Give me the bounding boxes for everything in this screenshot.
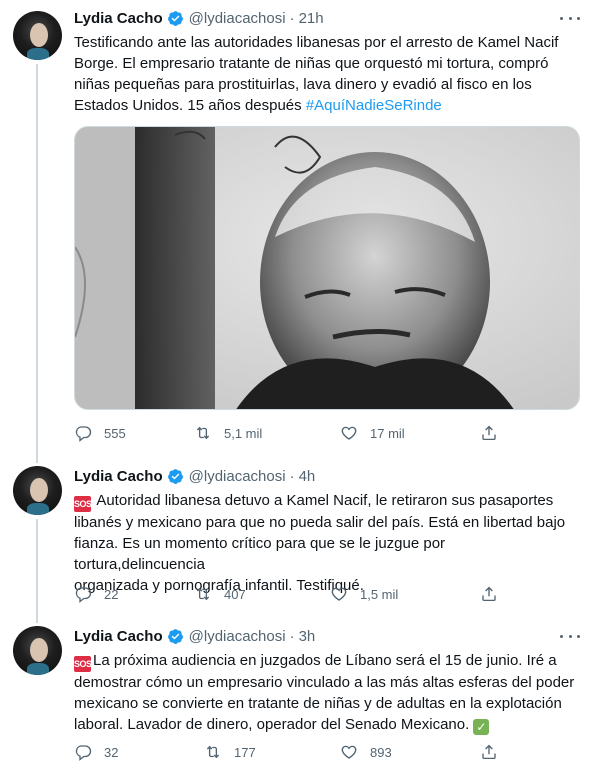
retweet-count: 407 [224, 586, 246, 602]
verified-badge-icon [167, 468, 183, 484]
retweet-icon [206, 745, 220, 759]
share-icon [482, 744, 496, 760]
tweet-text-line: La próxima audiencia en juzgados de Líba… [93, 652, 557, 669]
reply-icon [75, 426, 92, 442]
share-icon [482, 425, 496, 441]
author-handle[interactable]: @lydiacachosi [189, 10, 286, 27]
like-button[interactable]: 1,5 mil [330, 583, 398, 605]
reply-button[interactable]: 555 [74, 422, 126, 444]
photo-image [75, 127, 579, 409]
separator-dot: · [289, 627, 295, 645]
avatar[interactable] [13, 466, 62, 515]
retweet-count: 5,1 mil [224, 425, 263, 441]
tweet-text-line: fianza. Es un momento crítico para que s… [74, 535, 446, 573]
author-handle[interactable]: @lydiacachosi [189, 628, 286, 645]
hashtag-link[interactable]: #AquíNadieSeRinde [306, 97, 442, 114]
thread-line [36, 455, 38, 463]
share-icon [482, 586, 496, 602]
more-options-icon[interactable] [560, 10, 580, 26]
tweet-actions: 22 407 1,5 mil [74, 583, 580, 605]
like-button[interactable]: 17 mil [340, 422, 405, 444]
tweet-text-line: niñas pequeñas para prostituirlas, lava … [74, 76, 532, 93]
tweet-text-line: laboral. Lavador de dinero, operador del… [74, 716, 474, 733]
tweet-photo[interactable] [74, 126, 580, 410]
tweet-text-line: Testificando ante las autoridades libane… [74, 34, 559, 51]
thread-line [36, 519, 38, 615]
tweet-text: SOS Autoridad libanesa detuvo a Kamel Na… [74, 490, 580, 596]
reply-button[interactable]: 22 [74, 583, 118, 605]
reply-icon [75, 745, 92, 761]
reply-button[interactable]: 32 [74, 741, 118, 763]
check-mark-emoji: ✓ [473, 719, 490, 735]
like-icon [341, 745, 357, 759]
tweet-text-line: mexicano se convierte en tratante de niñ… [74, 695, 562, 712]
thread-line [36, 64, 38, 455]
sos-emoji: SOS [74, 496, 92, 512]
retweet-button[interactable]: 177 [204, 741, 256, 763]
author-name[interactable]: Lydia Cacho [74, 628, 163, 645]
tweet-1[interactable]: Lydia Cacho @lydiacachosi · 21h Testific… [0, 0, 593, 455]
retweet-button[interactable]: 5,1 mil [194, 422, 262, 444]
tweet-actions: 32 177 893 [74, 741, 580, 763]
separator-dot: · [289, 9, 295, 27]
author-name[interactable]: Lydia Cacho [74, 468, 163, 485]
tweet-header: Lydia Cacho @lydiacachosi · 4h [74, 466, 315, 486]
verified-badge-icon [167, 10, 183, 26]
retweet-button[interactable]: 407 [194, 583, 246, 605]
tweet-text: SOSLa próxima audiencia en juzgados de L… [74, 650, 580, 735]
tweet-2[interactable]: Lydia Cacho @lydiacachosi · 4h SOS Autor… [0, 455, 593, 615]
avatar[interactable] [13, 11, 62, 60]
tweet-text-line: Borge. El empresario tratante de niñas q… [74, 55, 549, 72]
share-button[interactable] [480, 422, 510, 444]
reply-count: 22 [104, 586, 119, 602]
like-icon [331, 587, 347, 601]
share-button[interactable] [480, 741, 510, 763]
tweet-3[interactable]: Lydia Cacho @lydiacachosi · 3h SOSLa pró… [0, 615, 593, 770]
tweet-text-line: libanés y mexicano para que no pueda sal… [74, 514, 566, 531]
sos-emoji: SOS [74, 656, 92, 672]
verified-badge-icon [167, 628, 183, 644]
retweet-icon [196, 426, 210, 440]
like-count: 1,5 mil [360, 586, 399, 602]
tweet-text: Testificando ante las autoridades libane… [74, 32, 580, 116]
tweet-time[interactable]: 21h [299, 10, 324, 27]
tweet-actions: 555 5,1 mil 17 mil [74, 422, 580, 444]
tweet-text-line: Autoridad libanesa detuvo a Kamel Nacif,… [93, 492, 554, 509]
separator-dot: · [289, 467, 295, 485]
tweet-time[interactable]: 4h [299, 468, 316, 485]
reply-icon [75, 587, 92, 603]
like-count: 17 mil [370, 425, 405, 441]
like-icon [341, 426, 357, 440]
reply-count: 555 [104, 425, 126, 441]
tweet-text-line: Estados Unidos. 15 años después [74, 97, 306, 114]
tweet-time[interactable]: 3h [299, 628, 316, 645]
like-button[interactable]: 893 [340, 741, 392, 763]
thread-line [36, 615, 38, 623]
author-name[interactable]: Lydia Cacho [74, 10, 163, 27]
retweet-count: 177 [234, 744, 256, 760]
more-options-icon[interactable] [560, 628, 580, 644]
author-handle[interactable]: @lydiacachosi [189, 468, 286, 485]
tweet-header: Lydia Cacho @lydiacachosi · 3h [74, 626, 315, 646]
tweet-text-line: demostrar cómo un empresario vinculado a… [74, 674, 575, 691]
tweet-header: Lydia Cacho @lydiacachosi · 21h [74, 8, 324, 28]
avatar[interactable] [13, 626, 62, 675]
retweet-icon [196, 587, 210, 601]
reply-count: 32 [104, 744, 119, 760]
share-button[interactable] [480, 583, 510, 605]
like-count: 893 [370, 744, 392, 760]
